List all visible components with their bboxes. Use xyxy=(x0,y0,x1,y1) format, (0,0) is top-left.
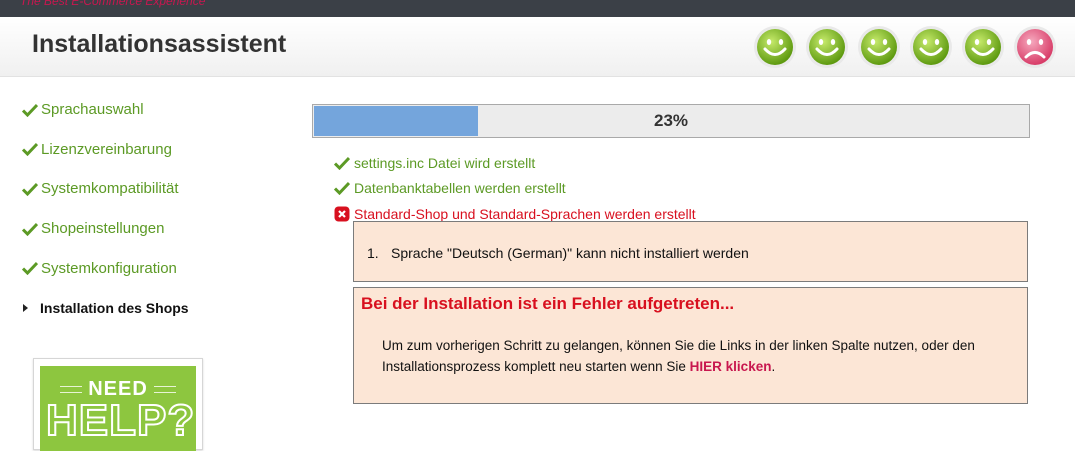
current-step-arrow-icon xyxy=(23,303,28,312)
error-number: 1. xyxy=(367,245,379,261)
failure-title: Bei der Installation ist ein Fehler aufg… xyxy=(361,294,735,313)
sidebar-item-label: Shopeinstellungen xyxy=(41,220,165,238)
sidebar-item-systemkompatibilitaet[interactable]: Systemkompatibilität xyxy=(22,169,282,209)
step-label: settings.inc Datei wird erstellt xyxy=(354,154,536,171)
check-icon xyxy=(334,156,350,170)
check-icon xyxy=(22,103,38,117)
error-text: Sprache "Deutsch (German)" kann nicht in… xyxy=(391,245,749,261)
need-help-image: NEED HELP? xyxy=(40,366,196,451)
smiley-sad-icon xyxy=(1014,26,1056,68)
restart-link[interactable]: HIER klicken xyxy=(690,359,772,374)
failure-text-after: . xyxy=(771,359,776,374)
sidebar-item-shopeinstellungen[interactable]: Shopeinstellungen xyxy=(22,209,282,249)
sidebar-item-label: Systemkonfiguration xyxy=(41,259,177,277)
progress-smileys xyxy=(753,25,1057,69)
help-banner-line2: HELP? xyxy=(45,395,196,446)
step-label: Standard-Shop und Standard-Sprachen werd… xyxy=(354,205,696,222)
page-header: Installationsassistent xyxy=(0,17,1075,77)
divider xyxy=(60,386,83,393)
installation-progress-bar: 23% xyxy=(312,104,1030,138)
smiley-happy-icon xyxy=(858,26,900,68)
smiley-happy-icon xyxy=(806,26,848,68)
installation-steps: settings.inc Datei wird erstellt Datenba… xyxy=(334,150,696,227)
step-label: Datenbanktabellen werden erstellt xyxy=(354,180,566,197)
smiley-happy-icon xyxy=(910,26,952,68)
sidebar-item-sprachauswahl[interactable]: Sprachauswahl xyxy=(22,90,282,130)
check-icon xyxy=(22,182,38,196)
smiley-happy-icon xyxy=(962,26,1004,68)
error-item: 1. Sprache "Deutsch (German)" kann nicht … xyxy=(367,245,749,261)
smiley-happy-icon xyxy=(754,26,796,68)
sidebar-item-label: Systemkompatibilität xyxy=(41,180,179,198)
step-item: Datenbanktabellen werden erstellt xyxy=(334,176,696,202)
progress-label: 23% xyxy=(653,111,689,130)
check-icon xyxy=(22,222,38,236)
check-icon xyxy=(22,143,38,157)
brand-tagline: The Best E-Commerce Experience xyxy=(20,0,206,8)
sidebar-item-label: Installation des Shops xyxy=(40,299,189,316)
failure-text-before: Um zum vorherigen Schritt zu gelangen, k… xyxy=(382,338,975,374)
error-icon xyxy=(334,206,350,222)
top-bar: The Best E-Commerce Experience xyxy=(0,0,1075,17)
page-title: Installationsassistent xyxy=(32,30,287,58)
check-icon xyxy=(334,182,350,196)
step-sidebar: Sprachauswahl Lizenzvereinbarung Systemk… xyxy=(22,90,282,328)
sidebar-item-installation: Installation des Shops xyxy=(22,288,282,328)
sidebar-item-label: Sprachauswahl xyxy=(41,101,144,119)
sidebar-item-systemkonfiguration[interactable]: Systemkonfiguration xyxy=(22,248,282,288)
error-list: 1. Sprache "Deutsch (German)" kann nicht … xyxy=(367,245,749,261)
installation-failed-box: Bei der Installation ist ein Fehler aufg… xyxy=(353,287,1028,404)
need-help-banner[interactable]: NEED HELP? xyxy=(33,358,203,451)
sidebar-item-label: Lizenzvereinbarung xyxy=(41,140,172,158)
divider xyxy=(153,386,176,393)
sidebar-item-lizenzvereinbarung[interactable]: Lizenzvereinbarung xyxy=(22,130,282,170)
error-list-box: 1. Sprache "Deutsch (German)" kann nicht … xyxy=(353,221,1028,282)
check-icon xyxy=(22,262,38,276)
failure-message: Um zum vorherigen Schritt zu gelangen, k… xyxy=(382,335,1022,377)
step-item: settings.inc Datei wird erstellt xyxy=(334,150,696,176)
